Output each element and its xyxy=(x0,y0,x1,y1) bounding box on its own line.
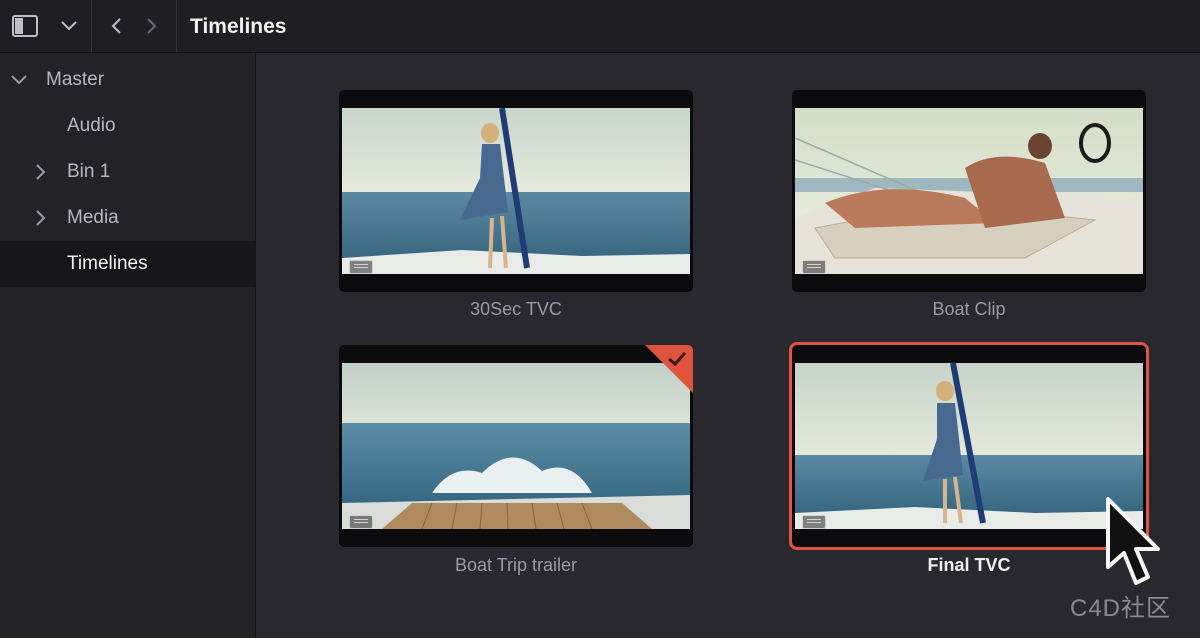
sidebar-item-label: Master xyxy=(46,69,105,90)
timeline-icon xyxy=(802,515,826,529)
thumbnail-image xyxy=(342,108,690,274)
clip-thumbnail-boat-trip-trailer[interactable] xyxy=(339,345,693,547)
checkmark-icon xyxy=(668,351,687,367)
page-title: Timelines xyxy=(190,15,287,38)
sidebar-item-timelines[interactable]: Timelines xyxy=(0,241,255,287)
timeline-icon xyxy=(349,260,373,274)
forward-icon xyxy=(147,18,157,34)
watermark: C4D社区 xyxy=(1070,595,1172,622)
sidebar-item-master[interactable]: Master xyxy=(0,57,255,103)
forward-button[interactable] xyxy=(136,0,168,52)
sidebar-item-label: Media xyxy=(67,207,119,228)
thumbnail-image xyxy=(342,363,690,529)
sidebar-item-audio[interactable]: Audio xyxy=(0,103,255,149)
sidebar-item-label: Timelines xyxy=(67,253,148,274)
clip-thumbnail-30sec-tvc[interactable] xyxy=(339,90,693,292)
toolbar-divider xyxy=(176,0,177,52)
timeline-icon xyxy=(802,260,826,274)
thumbnail-image xyxy=(795,108,1143,274)
view-options-button[interactable] xyxy=(50,0,88,52)
clip-thumbnail-boat-clip[interactable] xyxy=(792,90,1146,292)
chevron-down-icon[interactable] xyxy=(11,72,27,88)
back-icon xyxy=(111,18,121,34)
timeline-icon xyxy=(349,515,373,529)
sidebar-toggle-icon xyxy=(12,15,38,37)
chevron-right-icon[interactable] xyxy=(33,210,49,226)
clip-name: Final TVC xyxy=(927,555,1011,575)
sidebar-item-bin-1[interactable]: Bin 1 xyxy=(0,149,255,195)
back-button[interactable] xyxy=(100,0,132,52)
chevron-down-icon xyxy=(61,21,77,31)
sidebar-item-label: Bin 1 xyxy=(67,161,111,182)
clip-name: Boat Clip xyxy=(932,299,1006,319)
sidebar-toggle-button[interactable] xyxy=(0,0,50,52)
sidebar-item-media[interactable]: Media xyxy=(0,195,255,241)
toolbar: Timelines xyxy=(0,0,1200,53)
sidebar-item-label: Audio xyxy=(67,115,116,136)
thumbnail-image xyxy=(795,363,1143,529)
toolbar-divider xyxy=(91,0,92,52)
clip-name: 30Sec TVC xyxy=(470,299,562,319)
chevron-right-icon[interactable] xyxy=(33,164,49,180)
clip-thumbnail-final-tvc[interactable] xyxy=(789,342,1149,550)
mouse-cursor-icon xyxy=(1106,497,1160,585)
sidebar: Master Audio Bin 1 Media Timelines xyxy=(0,53,256,638)
clip-name: Boat Trip trailer xyxy=(454,555,578,575)
